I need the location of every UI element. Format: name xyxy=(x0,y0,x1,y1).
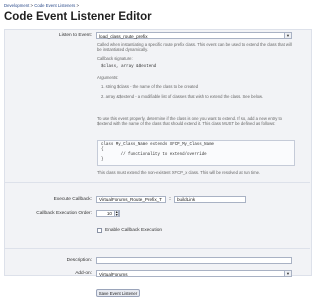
save-event-listener-button[interactable]: Save Event Listener xyxy=(96,289,140,297)
divider xyxy=(4,248,310,249)
breadcrumb: Development > Code Event Listeners > xyxy=(4,3,79,8)
listen-to-event-select[interactable]: load_class_route_prefix ▼ xyxy=(96,32,292,39)
event-intro-text: Called when instantiating a specific rou… xyxy=(97,42,292,53)
page-title: Code Event Listener Editor xyxy=(4,11,152,23)
argument-extend: 2. array &$extend - a modifiable list of… xyxy=(101,94,264,99)
chevron-down-icon: ▼ xyxy=(284,271,291,276)
breadcrumb-development[interactable]: Development xyxy=(4,3,29,8)
description-label: Description: xyxy=(66,258,92,263)
divider xyxy=(4,182,310,183)
arguments-heading: Arguments: xyxy=(97,75,119,80)
listen-to-event-label: Listen to Event: xyxy=(58,33,92,38)
stepper-arrows-icon[interactable]: ▲ ▼ xyxy=(114,210,119,217)
execute-callback-label: Execute Callback: xyxy=(53,197,92,202)
listen-to-event-value: load_class_route_prefix xyxy=(99,34,148,39)
enable-callback-checkbox[interactable] xyxy=(97,228,102,233)
callback-method-input[interactable]: buildLink xyxy=(174,196,246,203)
description-input[interactable] xyxy=(96,257,292,264)
callback-signature-heading: Callback signature: xyxy=(97,56,133,61)
breadcrumb-separator: > xyxy=(30,3,34,8)
execution-order-label: Callback Execution Order: xyxy=(36,211,92,216)
class-footer-text: This class must extend the non-existent … xyxy=(97,170,261,175)
callback-signature: $class, array &$extend xyxy=(101,65,157,69)
callback-class-input[interactable]: VirtualForums_Route_Prefix_T xyxy=(96,196,166,203)
argument-class: 1. string $class - the name of the class… xyxy=(101,84,199,89)
chevron-down-icon: ▼ xyxy=(284,33,291,38)
addon-value: VirtualForums xyxy=(99,272,128,277)
code-example-box: class My_Class_Name extends XFCP_My_Clas… xyxy=(97,140,295,166)
code-line: } xyxy=(101,158,104,162)
usage-text: To use this event properly, determine if… xyxy=(97,116,282,127)
addon-label: Add-on: xyxy=(75,271,92,276)
callback-separator: :: xyxy=(168,197,172,202)
breadcrumb-code-event-listeners[interactable]: Code Event Listeners xyxy=(34,3,75,8)
addon-select[interactable]: VirtualForums ▼ xyxy=(96,270,292,277)
breadcrumb-separator: > xyxy=(76,3,80,8)
enable-callback-label[interactable]: Enable Callback Execution xyxy=(105,228,162,233)
